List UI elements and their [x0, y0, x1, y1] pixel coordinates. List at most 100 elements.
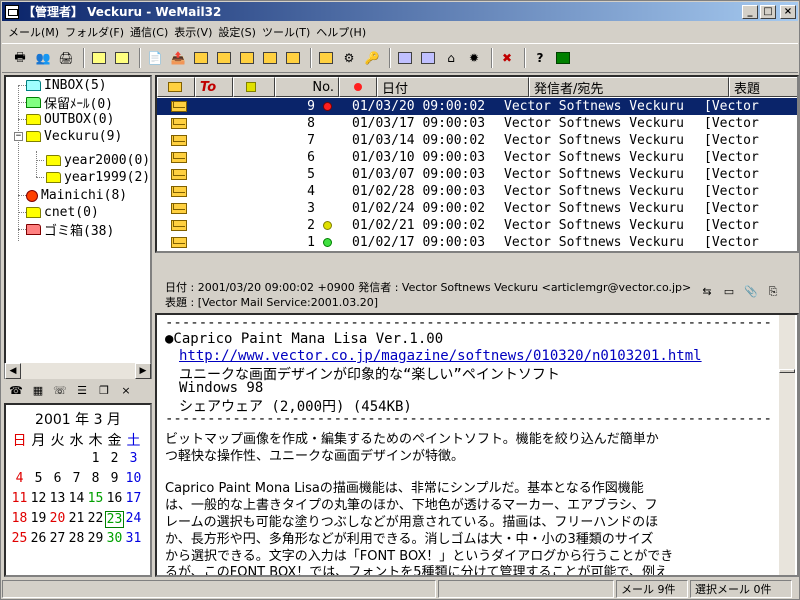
calendar-day[interactable]: 11 [10, 491, 29, 506]
calendar-day[interactable]: 6 [48, 471, 67, 486]
close-button[interactable]: × [780, 4, 796, 19]
minimize-button[interactable]: _ [742, 4, 758, 19]
column-from[interactable]: 発信者/宛先 [529, 77, 729, 97]
calendar-day[interactable]: 14 [67, 491, 86, 506]
body-vertical-scrollbar[interactable] [779, 315, 795, 575]
column-mark[interactable] [339, 77, 377, 97]
calendar-day[interactable]: 26 [29, 531, 48, 546]
title-bar[interactable]: 【管理者】 Veckuru - WeMail32 _ □ × [2, 2, 798, 21]
message-row[interactable]: 2 01/02/21 09:00:02 Vector Softnews Veck… [157, 217, 797, 234]
phone-list-icon[interactable]: ☏ [52, 384, 68, 400]
restore-icon[interactable]: ❐ [96, 384, 112, 400]
calendar-grid-icon[interactable]: ▦ [30, 384, 46, 400]
calendar-day[interactable] [67, 451, 86, 466]
menu-tools[interactable]: ツール(T) [262, 24, 316, 40]
reply-icon[interactable] [214, 48, 234, 68]
menu-help[interactable]: ヘルプ(H) [316, 24, 372, 40]
calendar-day[interactable]: 27 [48, 531, 67, 546]
clip-icon[interactable]: ⎘ [765, 285, 781, 301]
calendar-day[interactable]: 18 [10, 511, 29, 528]
scroll-thumb[interactable] [779, 369, 795, 373]
window2-icon[interactable] [418, 48, 438, 68]
calendar-day[interactable]: 24 [124, 511, 143, 528]
calendar-day[interactable]: 20 [48, 511, 67, 528]
calendar-day[interactable]: 13 [48, 491, 67, 506]
folder-outbox[interactable]: OUTBOX(0) [26, 111, 114, 128]
calendar-day[interactable]: 9 [105, 471, 124, 486]
collapse-toggle[interactable]: − [14, 132, 23, 141]
new-folder-icon[interactable] [89, 48, 109, 68]
message-row[interactable]: 1 01/02/17 09:00:03 Vector Softnews Veck… [157, 234, 797, 251]
calendar-day[interactable]: 16 [105, 491, 124, 506]
window-icon[interactable]: ▭ [721, 285, 737, 301]
printer-icon[interactable]: 🖨 [56, 48, 76, 68]
message-row[interactable]: 8 01/03/17 09:00:03 Vector Softnews Veck… [157, 115, 797, 132]
calendar-day[interactable]: 4 [10, 471, 29, 486]
calendar-day-today[interactable]: 23 [105, 511, 124, 528]
folder-cnet[interactable]: cnet(0) [26, 204, 99, 221]
folder-year1999[interactable]: year1999(2) [46, 169, 150, 186]
list-icon[interactable]: ☰ [74, 384, 90, 400]
reply-all-icon[interactable] [237, 48, 257, 68]
receive-icon[interactable] [191, 48, 211, 68]
calendar-day[interactable] [29, 451, 48, 466]
calendar-day[interactable]: 5 [29, 471, 48, 486]
calendar-day[interactable] [48, 451, 67, 466]
window-icon[interactable] [395, 48, 415, 68]
menu-folder[interactable]: フォルダ(F) [65, 24, 130, 40]
column-lock[interactable] [233, 77, 275, 97]
calendar-day[interactable]: 31 [124, 531, 143, 546]
menu-settings[interactable]: 設定(S) [218, 24, 262, 40]
folder-veckuru[interactable]: Veckuru(9) [26, 128, 122, 145]
menu-communication[interactable]: 通信(C) [130, 24, 174, 40]
column-mail-icon[interactable] [157, 77, 195, 97]
scroll-track[interactable] [21, 363, 135, 379]
delete-icon[interactable]: ✖ [497, 48, 517, 68]
calendar-day[interactable]: 30 [105, 531, 124, 546]
check-mail-icon[interactable] [316, 48, 336, 68]
calendar-day[interactable]: 10 [124, 471, 143, 486]
folder-icon[interactable] [112, 48, 132, 68]
send-icon[interactable]: 📤 [168, 48, 188, 68]
calendar-day[interactable]: 17 [124, 491, 143, 506]
calendar-day[interactable]: 1 [86, 451, 105, 466]
column-date[interactable]: 日付 [377, 77, 529, 97]
phone-icon[interactable]: ☎ [8, 384, 24, 400]
column-subject[interactable]: 表題 [729, 77, 797, 97]
column-no[interactable]: No. [275, 77, 339, 97]
filter-icon[interactable]: ⚙ [339, 48, 359, 68]
calendar-day[interactable]: 29 [86, 531, 105, 546]
print-icon[interactable]: 🖶 [10, 48, 30, 68]
scroll-left-icon[interactable]: ◀ [5, 363, 21, 379]
new-mail-icon[interactable]: 📄 [145, 48, 165, 68]
calendar-day[interactable]: 3 [124, 451, 143, 466]
folder-pending[interactable]: 保留ﾒｰﾙ(0) [26, 94, 113, 112]
scroll-right-icon[interactable]: ▶ [135, 363, 151, 379]
forward-icon[interactable] [260, 48, 280, 68]
home-icon[interactable]: ⌂ [441, 48, 461, 68]
calendar-day[interactable] [10, 451, 29, 466]
folder-trash[interactable]: ゴミ箱(38) [26, 221, 114, 239]
maximize-button[interactable]: □ [760, 4, 776, 19]
calendar-day[interactable]: 25 [10, 531, 29, 546]
message-row[interactable]: 5 01/03/07 09:00:03 Vector Softnews Veck… [157, 166, 797, 183]
spam-icon[interactable]: ✹ [464, 48, 484, 68]
calendar-day[interactable]: 19 [29, 511, 48, 528]
folder-inbox[interactable]: INBOX(5) [26, 77, 107, 94]
folder-year2000[interactable]: year2000(0) [46, 152, 150, 169]
calendar-day[interactable]: 2 [105, 451, 124, 466]
menu-mail[interactable]: メール(M) [8, 24, 65, 40]
message-row[interactable]: 9 01/03/20 09:00:02 Vector Softnews Veck… [157, 98, 797, 115]
message-body[interactable]: ----------------------------------------… [155, 313, 799, 577]
calendar-day[interactable]: 12 [29, 491, 48, 506]
message-row[interactable]: 3 01/02/24 09:00:02 Vector Softnews Veck… [157, 200, 797, 217]
calendar-day[interactable]: 28 [67, 531, 86, 546]
calendar-day[interactable]: 22 [86, 511, 105, 528]
split-icon[interactable]: ⇆ [699, 285, 715, 301]
help-icon[interactable]: ? [530, 48, 550, 68]
message-row[interactable]: 6 01/03/10 09:00:03 Vector Softnews Veck… [157, 149, 797, 166]
message-row[interactable]: 7 01/03/14 09:00:02 Vector Softnews Veck… [157, 132, 797, 149]
attachment-icon[interactable]: 📎 [743, 285, 759, 301]
attach-icon[interactable] [283, 48, 303, 68]
message-row[interactable]: 4 01/02/28 09:00:03 Vector Softnews Veck… [157, 183, 797, 200]
